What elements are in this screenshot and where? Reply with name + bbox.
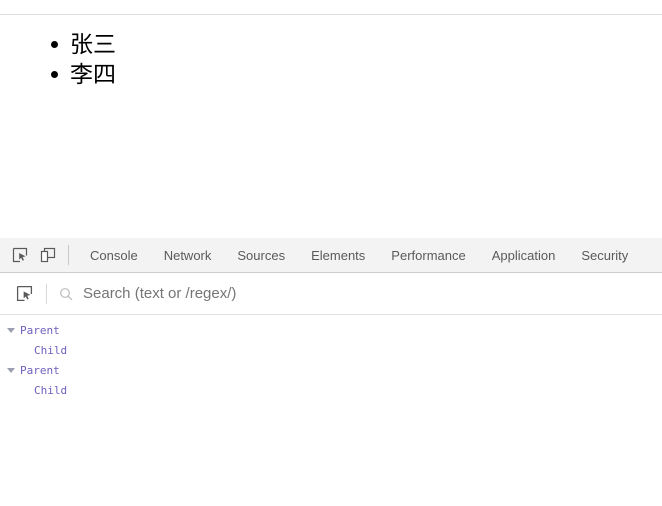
chevron-down-icon[interactable] bbox=[6, 365, 16, 375]
console-group-label: Parent bbox=[20, 323, 60, 337]
device-toolbar-toggle-button[interactable] bbox=[34, 241, 62, 269]
inspect-element-icon bbox=[12, 247, 28, 263]
console-group-row[interactable]: Parent bbox=[0, 360, 662, 380]
console-search-bar bbox=[0, 273, 662, 315]
console-group-row[interactable]: Parent bbox=[0, 320, 662, 340]
device-toolbar-icon bbox=[40, 247, 56, 263]
search-inspect-button[interactable] bbox=[10, 280, 38, 308]
devtools-tab-list: Console Network Sources Elements Perform… bbox=[77, 238, 641, 272]
tab-performance[interactable]: Performance bbox=[378, 238, 478, 272]
name-list: 张三 李四 bbox=[0, 30, 116, 90]
search-input[interactable] bbox=[83, 282, 662, 305]
tab-sources[interactable]: Sources bbox=[224, 238, 298, 272]
console-message-row[interactable]: Child bbox=[0, 380, 662, 400]
toolbar-divider bbox=[68, 245, 69, 265]
rendered-page-area: 张三 李四 bbox=[0, 0, 662, 238]
tab-elements[interactable]: Elements bbox=[298, 238, 378, 272]
page-top-divider bbox=[0, 14, 662, 15]
console-message-label: Child bbox=[34, 383, 68, 397]
inspect-element-button[interactable] bbox=[6, 241, 34, 269]
search-icon-wrapper bbox=[57, 285, 75, 303]
list-item: 李四 bbox=[51, 60, 116, 90]
search-divider bbox=[46, 283, 47, 304]
tab-security[interactable]: Security bbox=[568, 238, 641, 272]
tab-network[interactable]: Network bbox=[151, 238, 225, 272]
devtools-tabbar: Console Network Sources Elements Perform… bbox=[0, 238, 662, 273]
list-item: 张三 bbox=[51, 30, 116, 60]
tab-console[interactable]: Console bbox=[77, 238, 151, 272]
console-message-row[interactable]: Child bbox=[0, 340, 662, 360]
console-output-panel: Parent Child Parent Child bbox=[0, 315, 662, 506]
tab-application[interactable]: Application bbox=[479, 238, 569, 272]
bullet-icon bbox=[51, 71, 58, 78]
console-message-label: Child bbox=[34, 343, 68, 357]
bullet-icon bbox=[51, 41, 58, 48]
chevron-down-icon[interactable] bbox=[6, 325, 16, 335]
list-item-label: 张三 bbox=[70, 32, 116, 58]
inspect-element-icon bbox=[16, 285, 32, 302]
list-item-label: 李四 bbox=[70, 62, 116, 88]
console-group-label: Parent bbox=[20, 363, 60, 377]
search-icon bbox=[60, 287, 73, 300]
